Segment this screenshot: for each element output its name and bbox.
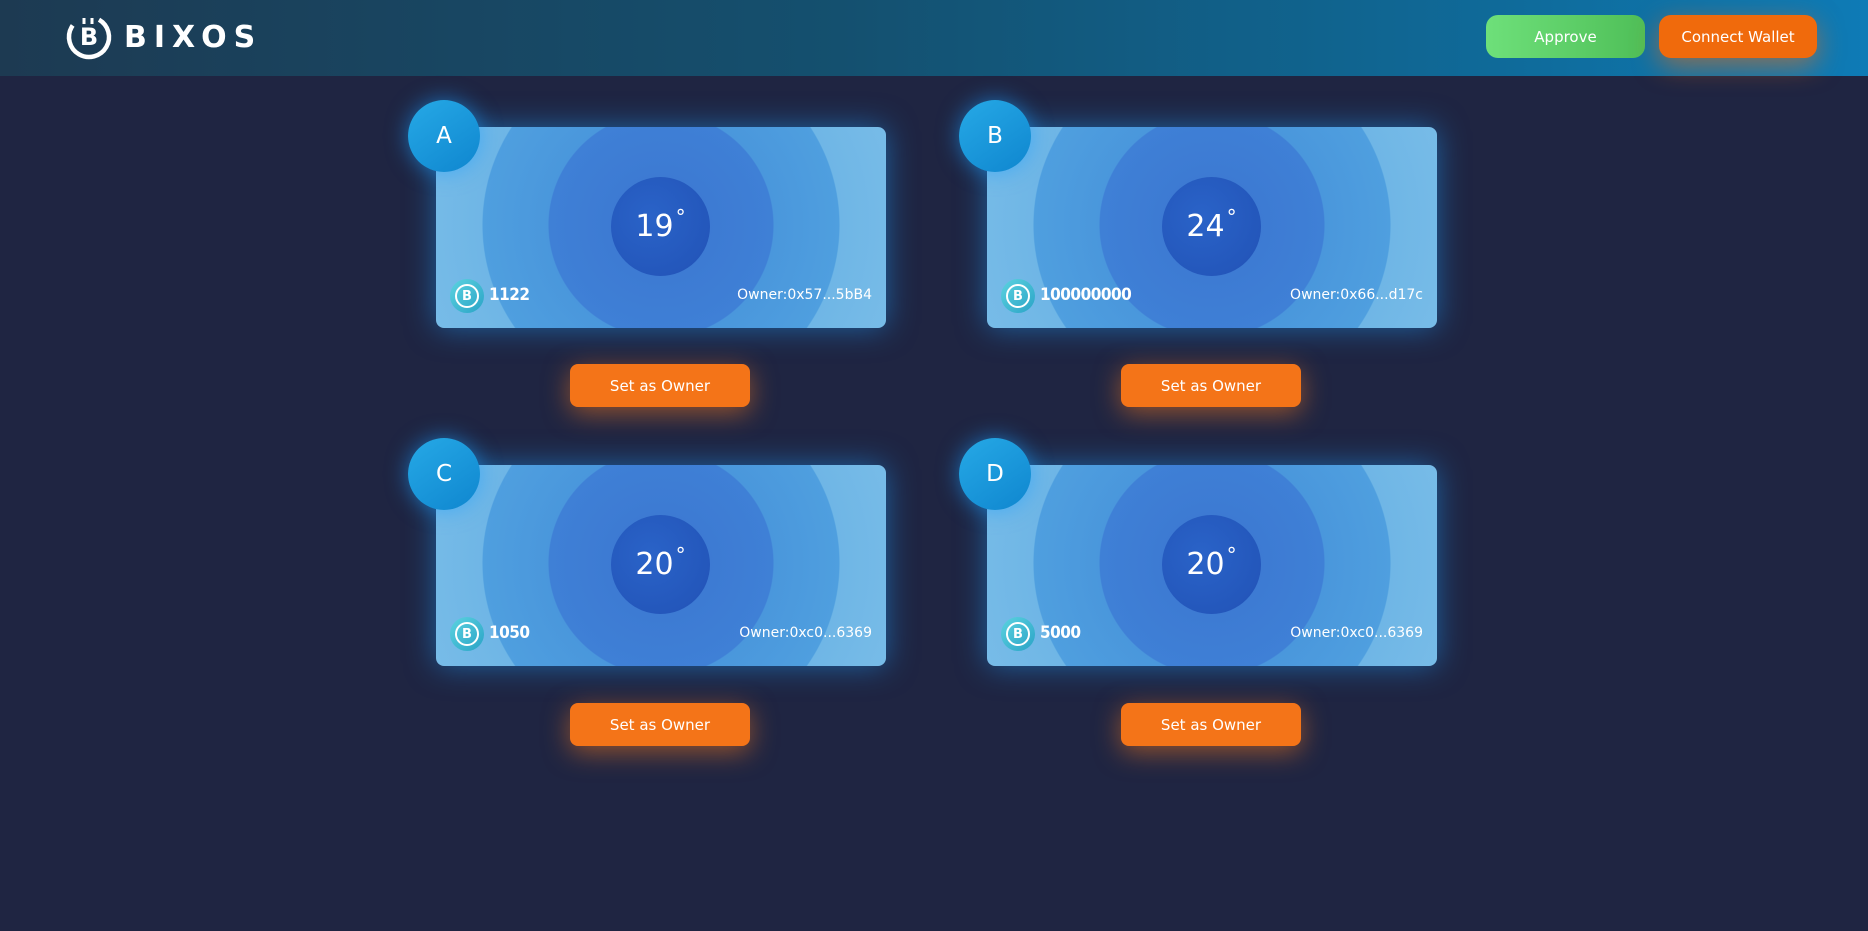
card-letter-badge-a: A: [408, 100, 480, 172]
temperature-circle: 24 °: [1162, 177, 1261, 276]
token-card-d: 20 ° B 5000 Owner:0xc0...6369: [987, 465, 1437, 666]
svg-text:B: B: [80, 23, 98, 51]
set-owner-button-a[interactable]: Set as Owner: [570, 364, 750, 407]
set-owner-button-b[interactable]: Set as Owner: [1121, 364, 1301, 407]
owner-address: Owner:0xc0...6369: [1290, 625, 1423, 641]
token-card-a: 19 ° B 1122 Owner:0x57...5bB4: [436, 127, 886, 328]
owner-address: Owner:0x66...d17c: [1290, 287, 1423, 303]
bixos-logo-icon: B: [66, 14, 112, 60]
bixos-logo[interactable]: B BIXOS: [64, 12, 262, 62]
degree-symbol: °: [1226, 542, 1237, 567]
token-card-c: 20 ° B 1050 Owner:0xc0...6369: [436, 465, 886, 666]
temperature-value: 20: [1186, 547, 1225, 582]
temperature-circle: 20 °: [1162, 515, 1261, 614]
bixos-coin-icon: B: [1001, 617, 1035, 651]
owner-address: Owner:0x57...5bB4: [737, 287, 872, 303]
token-amount: 1050: [489, 623, 530, 643]
token-amount: 100000000: [1040, 285, 1132, 305]
temperature-circle: 20 °: [611, 515, 710, 614]
set-owner-button-d[interactable]: Set as Owner: [1121, 703, 1301, 746]
logo-text: BIXOS: [124, 19, 263, 55]
connect-wallet-button[interactable]: Connect Wallet: [1659, 15, 1817, 58]
degree-symbol: °: [1226, 204, 1237, 229]
token-card-b: 24 ° B 100000000 Owner:0x66...d17c: [987, 127, 1437, 328]
top-navigation-bar: B BIXOS Approve Connect Wallet: [0, 0, 1868, 76]
temperature-circle: 19 °: [611, 177, 710, 276]
card-letter-badge-d: D: [959, 438, 1031, 510]
set-owner-button-c[interactable]: Set as Owner: [570, 703, 750, 746]
card-letter-badge-b: B: [959, 100, 1031, 172]
bixos-coin-icon: B: [450, 617, 484, 651]
bixos-coin-icon: B: [1001, 279, 1035, 313]
owner-address: Owner:0xc0...6369: [739, 625, 872, 641]
card-letter-badge-c: C: [408, 438, 480, 510]
bixos-coin-icon: B: [450, 279, 484, 313]
temperature-value: 24: [1186, 209, 1225, 244]
temperature-value: 19: [635, 209, 674, 244]
degree-symbol: °: [675, 204, 686, 229]
temperature-value: 20: [635, 547, 674, 582]
token-amount: 1122: [489, 285, 530, 305]
token-amount: 5000: [1040, 623, 1081, 643]
degree-symbol: °: [675, 542, 686, 567]
approve-button[interactable]: Approve: [1486, 15, 1645, 58]
